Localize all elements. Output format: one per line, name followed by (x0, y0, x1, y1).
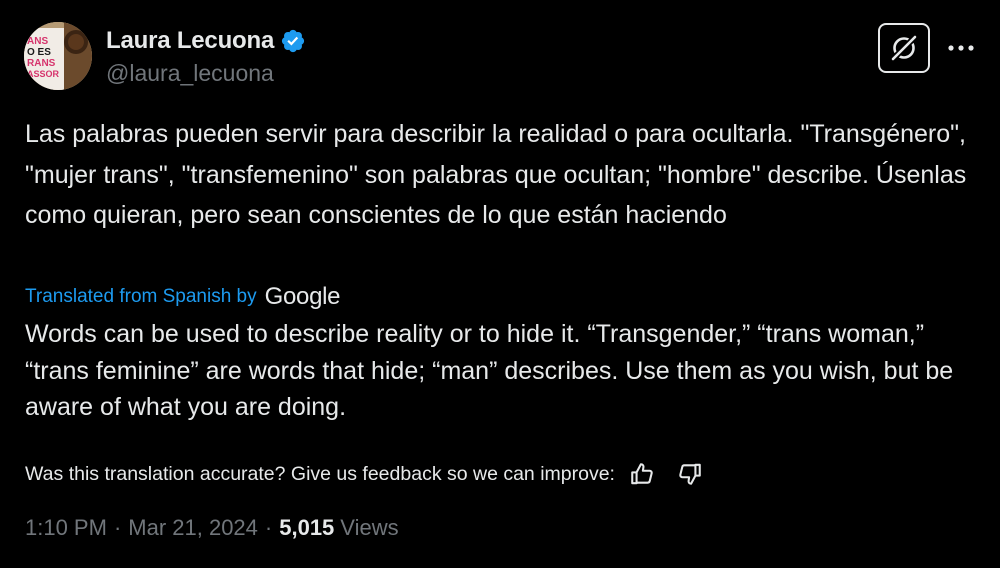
handle[interactable]: @laura_lecuona (106, 60, 306, 87)
thumbs-down-icon (679, 463, 701, 485)
translated-text: Words can be used to describe reality or… (25, 320, 954, 421)
more-icon (948, 45, 974, 51)
avatar[interactable]: ANS O ES RANS ASSOR (24, 22, 92, 90)
translated-from-label[interactable]: Translated from Spanish by (25, 286, 257, 308)
tweet-date[interactable]: Mar 21, 2024 (128, 515, 258, 541)
thumbs-up-icon (631, 463, 653, 485)
tweet-text: Las palabras pueden servir para describi… (25, 120, 967, 229)
grok-icon (891, 34, 918, 61)
feedback-prompt: Was this translation accurate? Give us f… (25, 462, 615, 485)
views-count[interactable]: 5,015 (279, 515, 334, 541)
meta-separator: · (113, 515, 122, 540)
translation-attribution: Translated from Spanish by Google (25, 282, 341, 312)
display-name[interactable]: Laura Lecuona (106, 27, 274, 55)
author-info: Laura Lecuona @laura_lecuona (106, 24, 306, 87)
thumbs-down-button[interactable] (675, 459, 705, 489)
meta-separator: · (264, 515, 273, 540)
avatar-text-4: ASSOR (27, 69, 60, 79)
avatar-image: ANS O ES RANS ASSOR (24, 22, 92, 90)
avatar-text-2: O ES (27, 47, 51, 58)
avatar-text-3: RANS (27, 58, 56, 69)
google-logo: Google (264, 283, 341, 310)
translation-feedback: Was this translation accurate? Give us f… (25, 458, 705, 490)
verified-badge-icon[interactable] (280, 28, 306, 54)
tweet-time[interactable]: 1:10 PM (25, 515, 107, 541)
views-label: Views (340, 515, 399, 540)
name-row: Laura Lecuona (106, 24, 306, 58)
thumbs-up-button[interactable] (627, 459, 657, 489)
more-button[interactable] (944, 36, 978, 60)
grok-button[interactable] (878, 23, 930, 73)
tweet-meta: 1:10 PM · Mar 21, 2024 · 5,015 Views (25, 515, 399, 549)
avatar-text-1: ANS (27, 36, 48, 47)
